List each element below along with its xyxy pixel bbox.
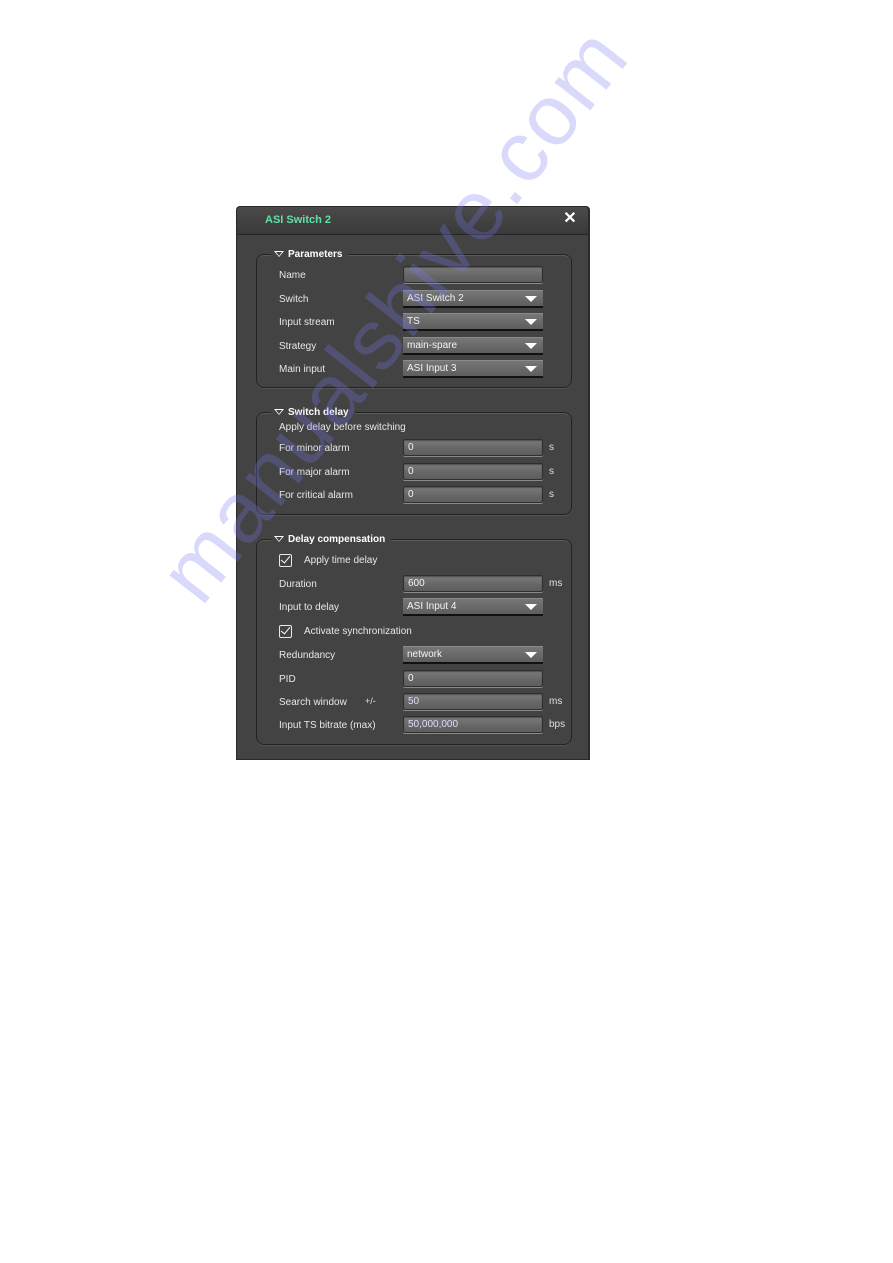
delay-compensation-group: Delay compensation Apply time delay Dura… <box>256 532 572 745</box>
dropdown-arrow-icon <box>525 652 537 658</box>
strategy-label: Strategy <box>279 340 317 352</box>
major-alarm-row: For major alarm 0 s <box>279 462 569 482</box>
input-stream-row: Input stream TS <box>279 312 559 332</box>
activate-sync-label: Activate synchronization <box>304 625 412 637</box>
main-input-row: Main input ASI Input 3 <box>279 359 559 379</box>
close-icon[interactable]: ✕ <box>562 211 578 227</box>
duration-unit: ms <box>549 578 563 589</box>
name-row: Name <box>279 265 559 285</box>
input-stream-value: TS <box>407 316 420 327</box>
name-input[interactable] <box>403 266 543 283</box>
bitrate-unit: bps <box>549 719 566 730</box>
input-to-delay-row: Input to delay ASI Input 4 <box>279 597 559 617</box>
switch-delay-toggle[interactable]: Switch delay <box>271 405 355 419</box>
switch-select[interactable]: ASI Switch 2 <box>403 290 543 308</box>
parameters-legend: Parameters <box>288 248 343 260</box>
search-window-prefix: +/- <box>365 696 376 706</box>
search-window-unit: ms <box>549 696 563 707</box>
parameters-group: Parameters Name Switch ASI Switch 2 Inpu… <box>256 247 572 388</box>
input-to-delay-select[interactable]: ASI Input 4 <box>403 598 543 616</box>
dropdown-arrow-icon <box>525 366 537 372</box>
switch-delay-legend: Switch delay <box>288 406 349 418</box>
minor-alarm-label: For minor alarm <box>279 442 350 454</box>
critical-alarm-label: For critical alarm <box>279 489 353 501</box>
dropdown-arrow-icon <box>525 604 537 610</box>
parameters-toggle[interactable]: Parameters <box>271 247 349 261</box>
critical-alarm-row: For critical alarm 0 s <box>279 485 569 505</box>
search-window-input[interactable]: 50 <box>403 693 543 710</box>
dropdown-arrow-icon <box>525 343 537 349</box>
dialog-titlebar[interactable]: ASI Switch 2 ✕ <box>237 207 588 235</box>
minor-alarm-row: For minor alarm 0 s <box>279 438 569 458</box>
switch-label: Switch <box>279 293 309 305</box>
pid-input[interactable]: 0 <box>403 670 543 687</box>
major-alarm-input[interactable]: 0 <box>403 463 543 480</box>
critical-alarm-input[interactable]: 0 <box>403 486 543 503</box>
search-window-label: Search window <box>279 696 347 708</box>
collapse-triangle-icon <box>274 251 284 257</box>
dropdown-arrow-icon <box>525 319 537 325</box>
bitrate-input[interactable]: 50,000,000 <box>403 716 543 733</box>
activate-sync-checkbox[interactable]: Activate synchronization <box>279 623 412 639</box>
redundancy-row: Redundancy network <box>279 645 559 665</box>
strategy-value: main-spare <box>407 340 458 351</box>
checkbox-checked-icon[interactable] <box>279 553 292 567</box>
major-alarm-label: For major alarm <box>279 466 350 478</box>
switch-delay-description: Apply delay before switching <box>279 422 406 433</box>
delay-compensation-legend: Delay compensation <box>288 533 386 545</box>
main-input-label: Main input <box>279 363 326 375</box>
checkbox-checked-icon[interactable] <box>279 624 292 638</box>
critical-alarm-unit: s <box>549 489 554 500</box>
input-to-delay-value: ASI Input 4 <box>407 601 457 612</box>
main-input-value: ASI Input 3 <box>407 363 457 374</box>
asi-switch-dialog: ASI Switch 2 ✕ Parameters Name Switch AS… <box>236 206 590 760</box>
redundancy-label: Redundancy <box>279 649 336 661</box>
bitrate-label: Input TS bitrate (max) <box>279 719 376 731</box>
delay-compensation-toggle[interactable]: Delay compensation <box>271 532 392 546</box>
strategy-select[interactable]: main-spare <box>403 337 543 355</box>
switch-delay-group: Switch delay Apply delay before switchin… <box>256 405 572 515</box>
apply-time-delay-label: Apply time delay <box>304 554 378 566</box>
pid-label: PID <box>279 673 296 685</box>
search-window-row: Search window +/- 50 ms <box>279 692 569 712</box>
duration-input[interactable]: 600 <box>403 575 543 592</box>
minor-alarm-input[interactable]: 0 <box>403 439 543 456</box>
switch-row: Switch ASI Switch 2 <box>279 289 559 309</box>
switch-value: ASI Switch 2 <box>407 293 464 304</box>
dropdown-arrow-icon <box>525 296 537 302</box>
input-stream-label: Input stream <box>279 316 335 328</box>
minor-alarm-unit: s <box>549 442 554 453</box>
apply-time-delay-checkbox[interactable]: Apply time delay <box>279 552 377 568</box>
pid-row: PID 0 <box>279 669 559 689</box>
bitrate-row: Input TS bitrate (max) 50,000,000 bps <box>279 715 569 735</box>
collapse-triangle-icon <box>274 409 284 415</box>
duration-label: Duration <box>279 578 317 590</box>
redundancy-select[interactable]: network <box>403 646 543 664</box>
dialog-title: ASI Switch 2 <box>265 214 332 226</box>
major-alarm-unit: s <box>549 466 554 477</box>
redundancy-value: network <box>407 649 443 660</box>
strategy-row: Strategy main-spare <box>279 336 559 356</box>
collapse-triangle-icon <box>274 536 284 542</box>
duration-row: Duration 600 ms <box>279 574 569 594</box>
input-stream-select[interactable]: TS <box>403 313 543 331</box>
name-label: Name <box>279 269 306 281</box>
input-to-delay-label: Input to delay <box>279 601 340 613</box>
main-input-select[interactable]: ASI Input 3 <box>403 360 543 378</box>
